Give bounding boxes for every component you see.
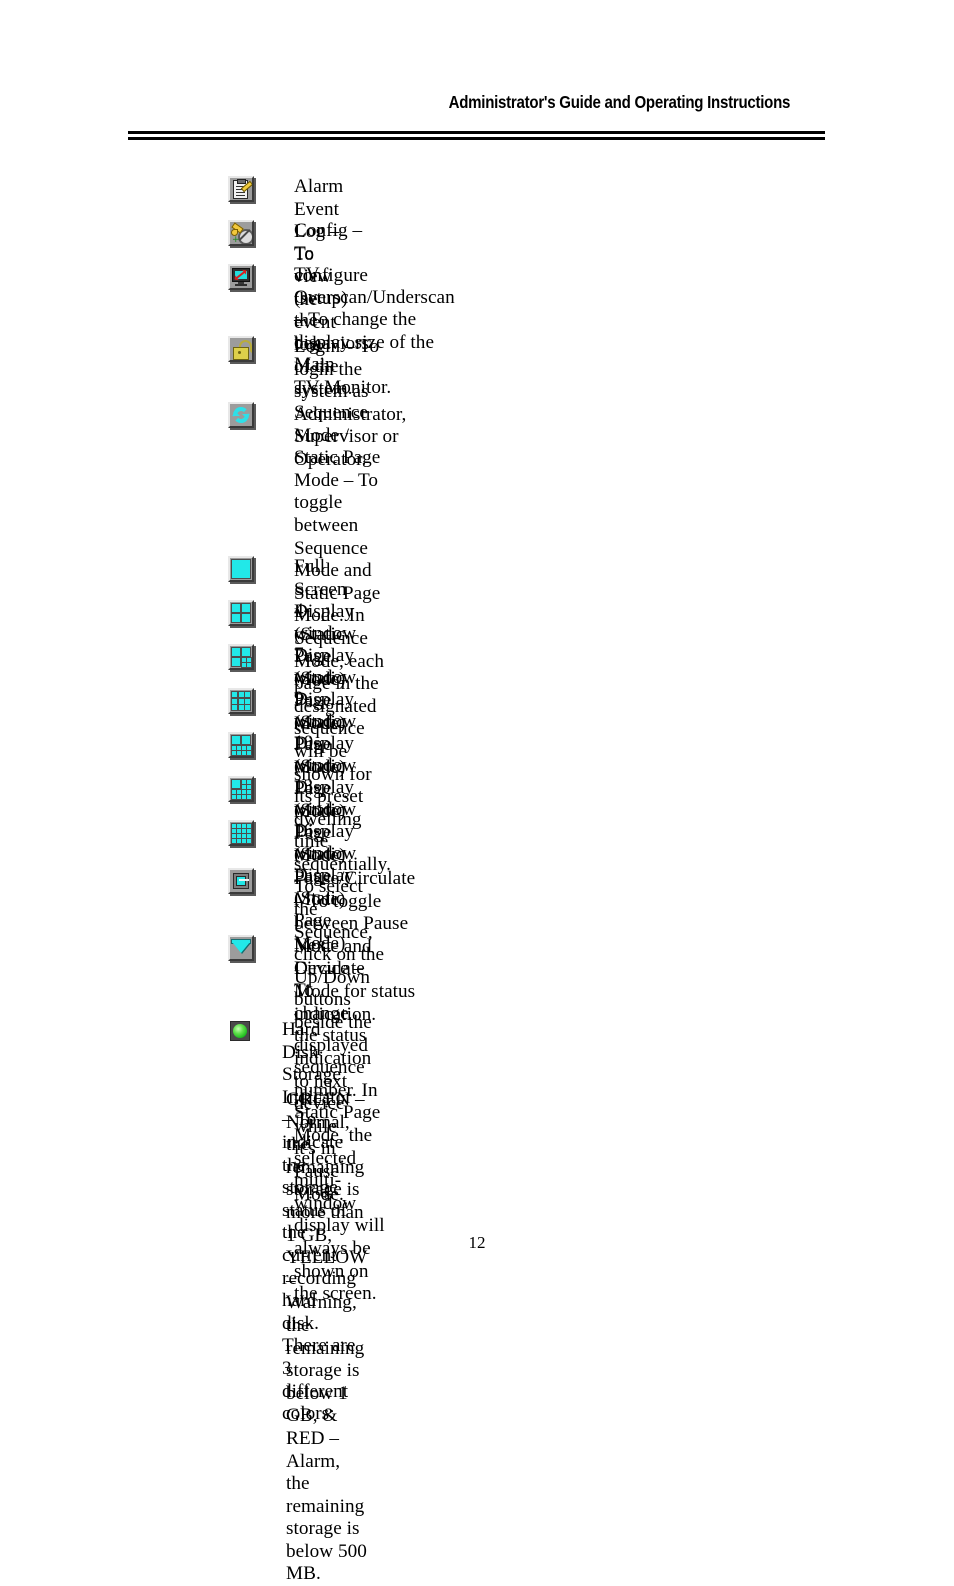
four-window-display-icon [228,600,254,626]
thirteen-window-display-icon [228,776,254,802]
next-device-icon [228,935,254,961]
hard-disk-storage-indicator-icon [230,1021,250,1041]
page-number: 12 [468,1233,486,1252]
alarm-event-log-icon [228,176,254,202]
hdd-colors-text: GREEN – Normal, the remaining storage is… [286,1089,367,1585]
tv-overscan-underscan-icon [228,264,254,290]
sixteen-window-display-icon [228,820,254,846]
sequence-mode-icon [228,402,254,428]
config-icon: + [228,220,254,246]
nine-window-display-icon [228,688,254,714]
seven-window-display-icon [228,644,254,670]
page-content: Alarm Event Log – To view the event log.… [0,0,954,1584]
full-screen-display-icon [228,556,254,582]
login-icon [228,336,254,362]
pause-circulate-icon [228,868,254,894]
ten-window-display-icon [228,732,254,758]
